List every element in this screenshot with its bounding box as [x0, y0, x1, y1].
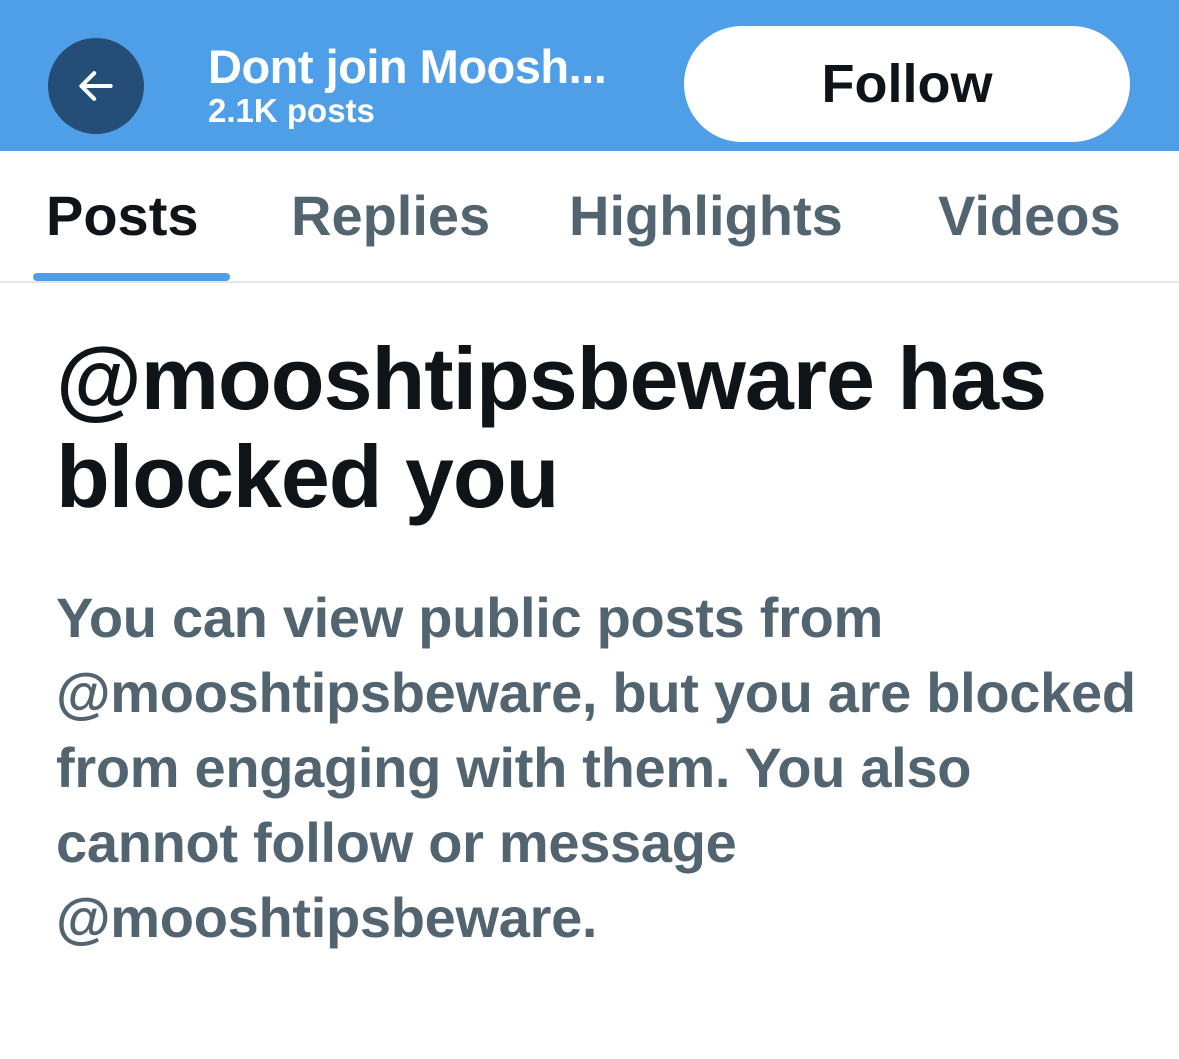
tab-videos[interactable]: Videos	[938, 183, 1121, 249]
post-count: 2.1K posts	[208, 92, 375, 129]
tab-replies[interactable]: Replies	[291, 183, 490, 249]
active-tab-indicator	[33, 273, 230, 281]
blocked-description: You can view public posts from @mooshtip…	[56, 586, 1136, 949]
back-button[interactable]	[48, 38, 144, 134]
profile-tabs: Posts Replies Highlights Videos	[0, 151, 1179, 283]
tab-posts[interactable]: Posts	[46, 183, 199, 249]
follow-button[interactable]: Follow	[684, 26, 1130, 142]
profile-header: Dont join Moosh... 2.1K posts Follow	[0, 0, 1179, 151]
blocked-title: @mooshtipsbeware has blocked you	[56, 329, 1047, 526]
tab-highlights[interactable]: Highlights	[569, 183, 843, 249]
arrow-left-icon	[79, 71, 113, 101]
profile-name: Dont join Moosh...	[208, 40, 607, 93]
